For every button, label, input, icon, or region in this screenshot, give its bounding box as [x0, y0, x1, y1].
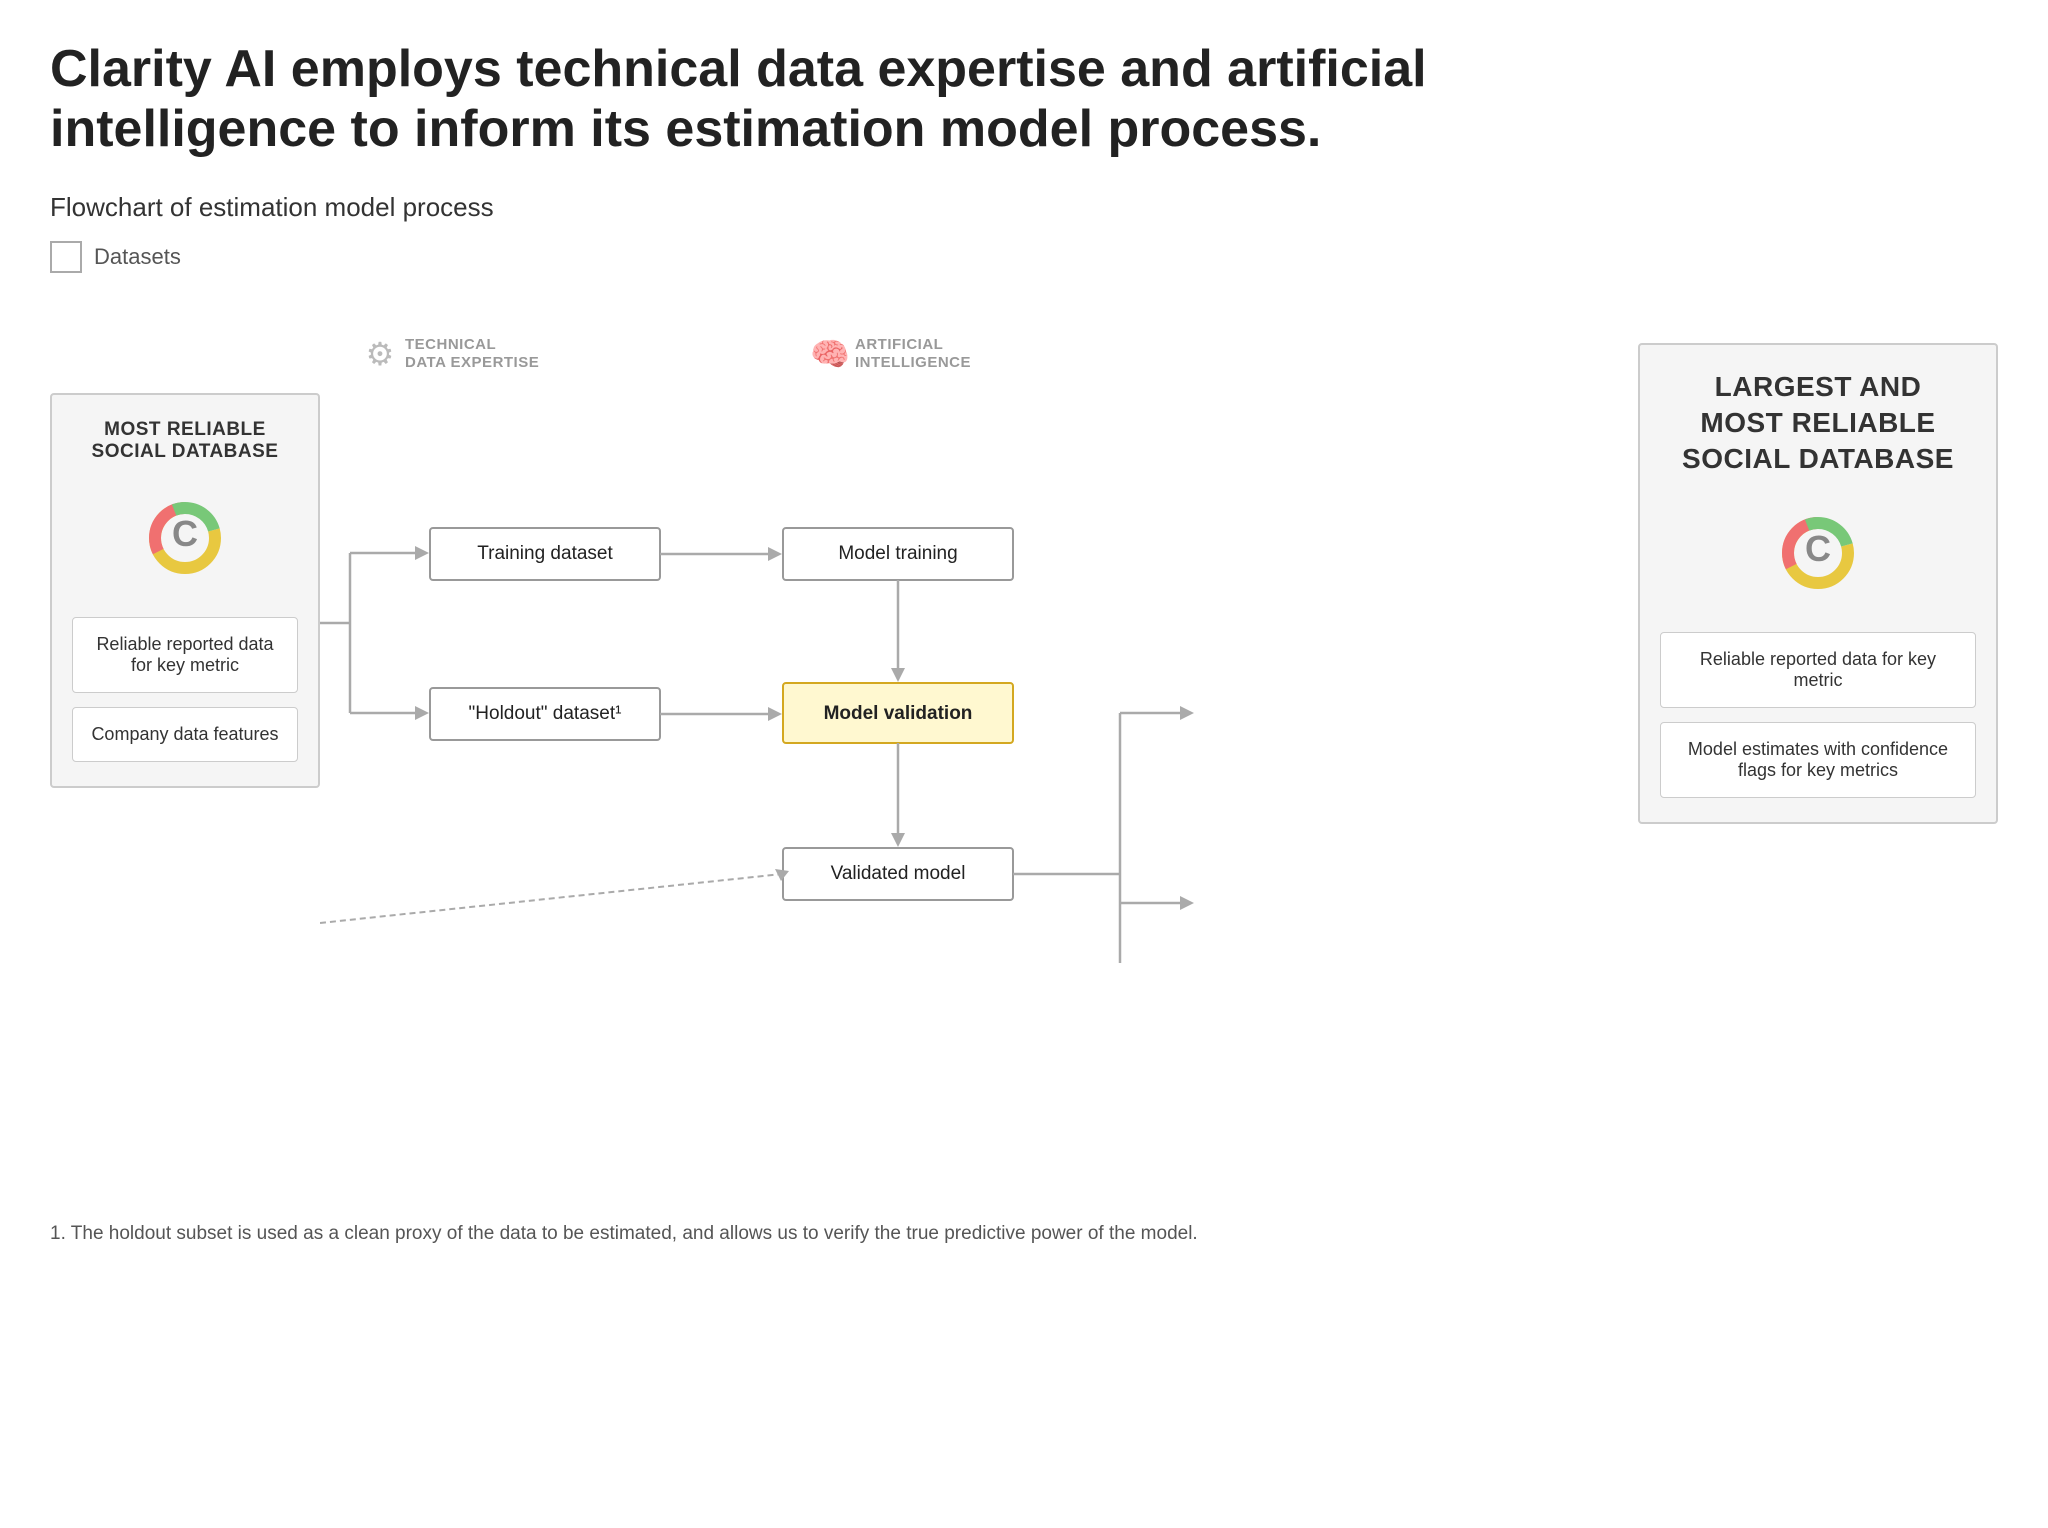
svg-text:C: C	[172, 513, 198, 554]
right-model-estimates-box: Model estimates with confidence flags fo…	[1660, 722, 1976, 798]
left-reliable-data-box: Reliable reported data for key metric	[72, 617, 298, 693]
svg-text:Training dataset: Training dataset	[477, 543, 613, 564]
flow-diagram-svg: ⚙ TECHNICAL DATA EXPERTISE 🧠 ARTIFICIAL …	[320, 313, 1680, 1173]
legend-icon	[50, 241, 82, 273]
right-panel-title: LARGEST ANDMOST RELIABLESOCIAL DATABASE	[1682, 369, 1954, 478]
left-company-data-box: Company data features	[72, 707, 298, 762]
main-title: Clarity AI employs technical data expert…	[50, 40, 1450, 160]
svg-text:TECHNICAL: TECHNICAL	[405, 336, 496, 353]
diagram-wrapper: MOST RELIABLESOCIAL DATABASE C Reliable …	[50, 313, 1998, 1173]
svg-text:Model validation: Model validation	[824, 703, 973, 724]
svg-text:Validated model: Validated model	[831, 863, 966, 884]
right-clarity-logo: C	[1763, 498, 1873, 608]
svg-text:DATA EXPERTISE: DATA EXPERTISE	[405, 354, 539, 371]
legend-label: Datasets	[94, 244, 181, 270]
left-panel-title: MOST RELIABLESOCIAL DATABASE	[92, 419, 279, 463]
legend-row: Datasets	[50, 241, 1998, 273]
svg-text:ARTIFICIAL: ARTIFICIAL	[855, 336, 943, 353]
svg-text:"Holdout" dataset¹: "Holdout" dataset¹	[469, 703, 622, 724]
svg-text:⚙: ⚙	[366, 336, 395, 372]
svg-text:C: C	[1805, 528, 1831, 569]
left-database-panel: MOST RELIABLESOCIAL DATABASE C Reliable …	[50, 393, 320, 788]
subtitle: Flowchart of estimation model process	[50, 192, 1998, 223]
right-database-panel: LARGEST ANDMOST RELIABLESOCIAL DATABASE …	[1638, 343, 1998, 824]
svg-text:🧠: 🧠	[810, 336, 850, 372]
svg-text:Model training: Model training	[838, 543, 957, 564]
footnote: 1. The holdout subset is used as a clean…	[50, 1223, 1998, 1245]
svg-text:INTELLIGENCE: INTELLIGENCE	[855, 354, 971, 371]
left-clarity-logo: C	[130, 483, 240, 593]
right-reliable-data-box: Reliable reported data for key metric	[1660, 632, 1976, 708]
